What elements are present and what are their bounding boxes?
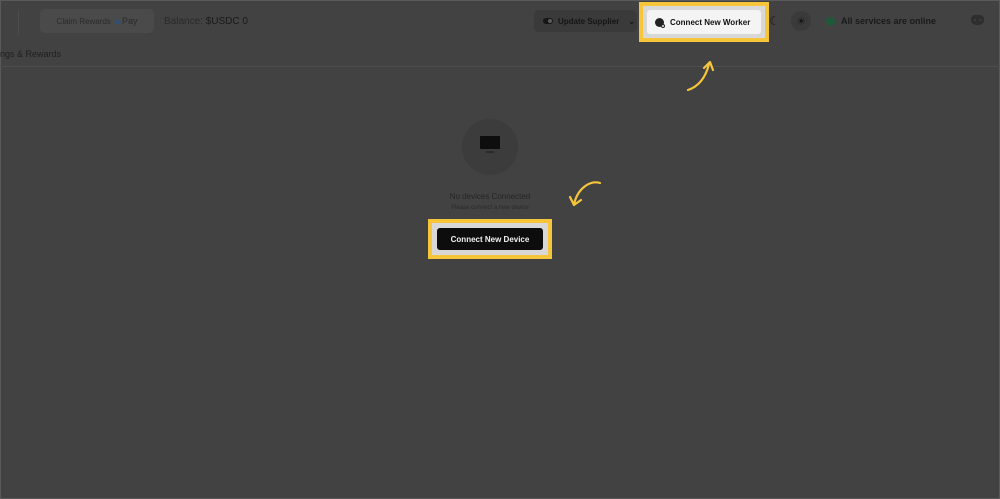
highlight-connect-device: Connect New Device (428, 219, 552, 259)
sub-navigation: ings & Rewards (0, 44, 1000, 67)
plug-icon (655, 17, 665, 28)
status-dot-icon (826, 16, 835, 26)
chevron-down-icon: ⌄ (628, 16, 636, 26)
monitor-stand (486, 151, 494, 153)
monitor-icon (480, 136, 500, 149)
balance-display: Balance: $USDC 0 (164, 16, 248, 27)
toggle-icon (543, 18, 553, 24)
pay-badge: ◆ Pay (115, 16, 138, 26)
update-supplier-button[interactable]: Update Supplier ⌄ (534, 10, 637, 32)
sun-icon: ☀ (796, 15, 806, 28)
update-supplier-label: Update Supplier (558, 16, 620, 26)
discord-icon[interactable] (971, 15, 984, 25)
connect-new-worker-button[interactable]: Connect New Worker (647, 10, 761, 34)
highlight-connect-worker: Connect New Worker (639, 2, 769, 42)
connect-new-device-button[interactable]: Connect New Device (437, 228, 543, 250)
pay-label: Pay (121, 16, 138, 26)
empty-state-title: No devices Connected (449, 192, 531, 201)
balance-value: $USDC 0 (205, 16, 248, 27)
status-text: All services are online (841, 16, 937, 26)
empty-state-subtitle: Please connect a new device (451, 205, 529, 211)
light-mode-button[interactable]: ☀ (791, 11, 811, 31)
balance-label: Balance: (164, 16, 203, 27)
claim-rewards-button[interactable]: Claim Rewards ◆ Pay (40, 9, 154, 33)
top-bar: Claim Rewards ◆ Pay Balance: $USDC 0 Upd… (0, 0, 1000, 44)
arrow-icon (568, 181, 602, 207)
connect-worker-label: Connect New Worker (670, 17, 751, 27)
moon-icon[interactable]: ☾ (769, 14, 780, 28)
pay-icon: ◆ (114, 16, 121, 26)
service-status: All services are online (826, 16, 936, 26)
tab-earnings-rewards[interactable]: ings & Rewards (0, 49, 61, 59)
claim-rewards-label: Claim Rewards (56, 16, 111, 26)
divider (18, 10, 19, 34)
device-placeholder (462, 119, 518, 175)
arrow-icon (686, 60, 715, 92)
